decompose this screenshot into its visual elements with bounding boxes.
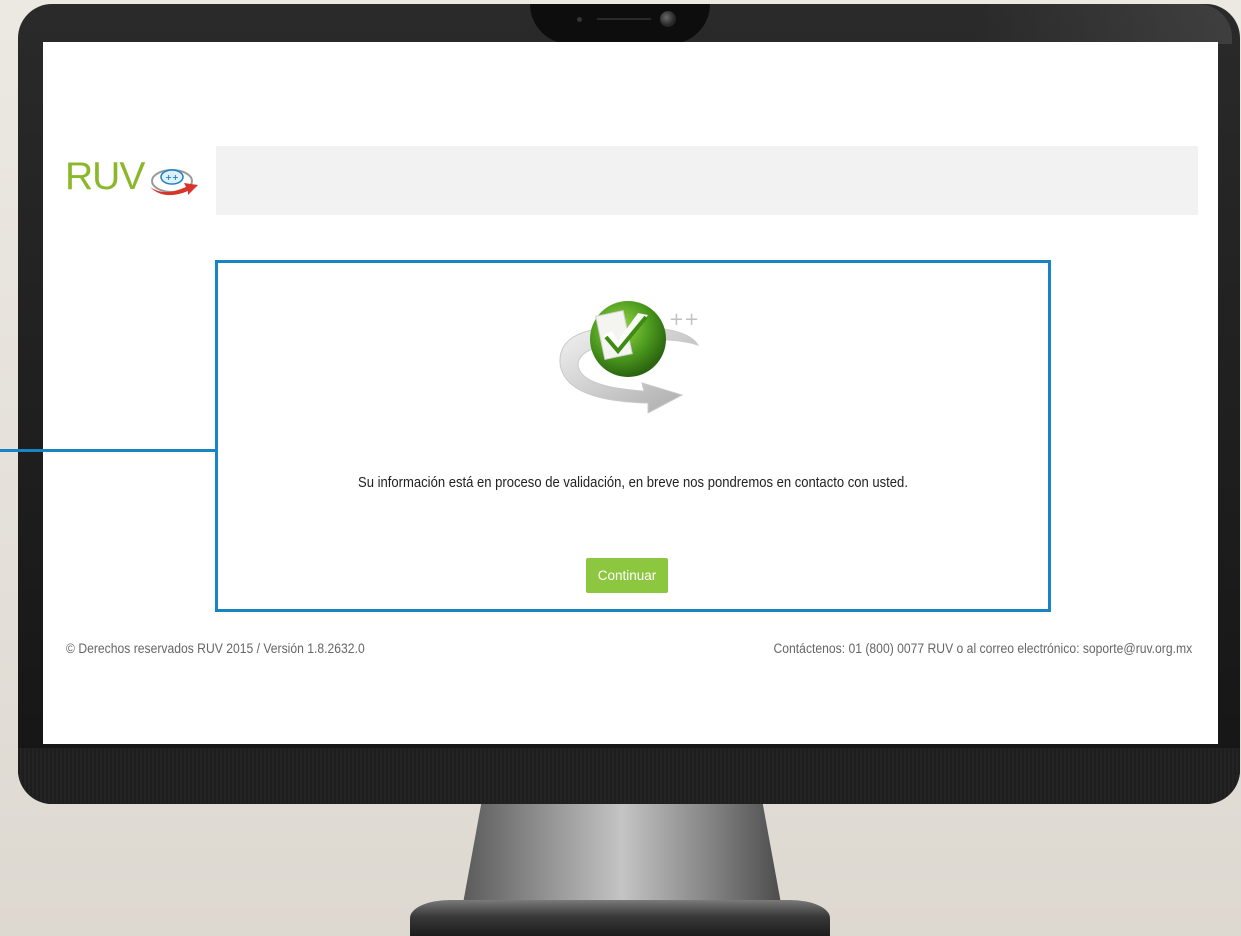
page-header: RUV ++ <box>58 146 1198 215</box>
validation-message: Su información está en proceso de valida… <box>358 475 908 491</box>
header-bar <box>216 146 1198 215</box>
logo-badge-text: ++ <box>165 173 178 182</box>
red-circular-arrow-icon: ++ <box>150 169 198 196</box>
callout-connector-line <box>0 449 216 452</box>
icon-badge-text: ++ <box>669 309 699 330</box>
contact-text: Contáctenos: 01 (800) 0077 RUV o al corr… <box>773 641 1192 656</box>
ruv-logo[interactable]: RUV ++ <box>58 146 216 215</box>
copyright-text: © Derechos reservados RUV 2015 / Versión… <box>66 641 365 656</box>
logo-text: RUV <box>65 155 145 198</box>
monitor-stand-base <box>410 900 830 936</box>
camera-slot <box>597 18 651 20</box>
camera-sensor <box>577 17 582 22</box>
camera-icon <box>660 11 676 27</box>
green-checkmark-document-icon: ++ <box>559 301 700 413</box>
monitor-chin <box>18 748 1240 804</box>
continue-button[interactable]: Continuar <box>586 558 668 593</box>
camera-notch <box>530 4 710 44</box>
validation-dialog: ++ Su información está en proceso de val… <box>215 260 1051 612</box>
monitor-stand <box>462 804 782 909</box>
screen: RUV ++ ++ Su información está en proceso… <box>43 42 1218 744</box>
monitor-gloss <box>970 4 1232 44</box>
